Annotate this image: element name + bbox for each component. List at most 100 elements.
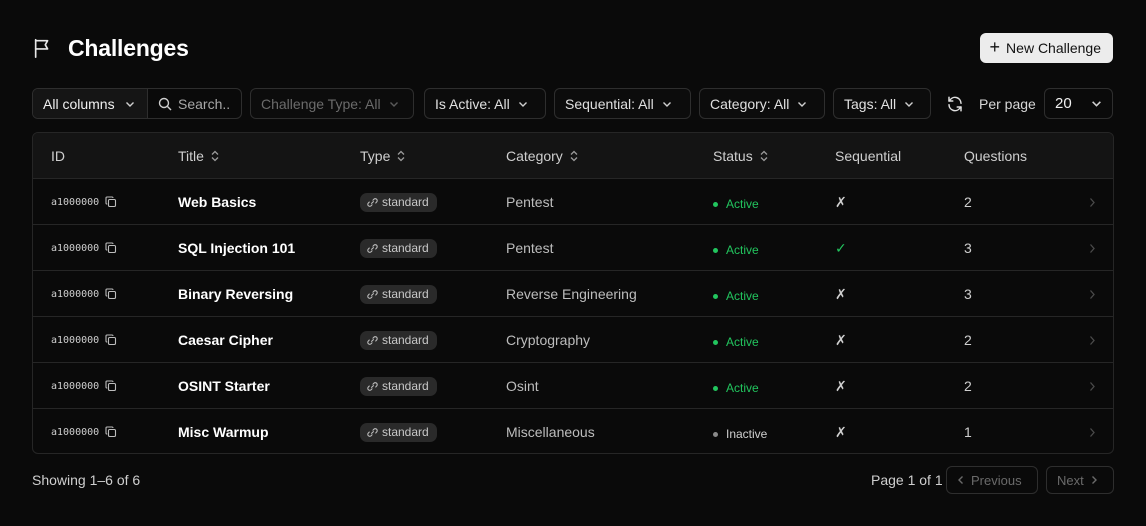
plus-icon: + [989,37,1001,57]
challenge-title[interactable]: Caesar Cipher [178,317,273,363]
chevron-right-icon[interactable] [1088,317,1098,363]
status-label: Active [726,197,759,211]
status-label: Active [726,381,759,395]
challenge-title[interactable]: Web Basics [178,179,256,225]
search-placeholder: Search.. [178,95,231,112]
chevron-down-icon [904,99,914,109]
type-badge: standard [360,330,437,350]
status-dot [713,339,718,345]
challenge-category: Reverse Engineering [506,286,637,302]
chevron-down-icon [1091,98,1102,109]
column-header-questions: Questions [964,133,1027,179]
column-header-title[interactable]: Title [178,133,220,179]
table-header: ID Title Type Category Status Sequential… [33,133,1113,179]
column-header-id: ID [51,133,65,179]
challenge-category: Pentest [506,240,554,256]
status-dot [713,201,718,207]
cell-type: standard [360,225,437,271]
category-filter[interactable]: Category: All [699,88,825,119]
challenge-title[interactable]: SQL Injection 101 [178,225,295,271]
sequential-mark: ✗ [835,331,847,348]
cell-id: a1000000 [51,225,117,271]
table-row[interactable]: a1000000 Web Basics standard Pentest Act… [33,179,1113,225]
is-active-label: Is Active: All [435,95,510,112]
sort-icon [759,150,769,162]
status-badge: Active [713,363,759,409]
page-header: Challenges + New Challenge [32,33,1113,63]
status-badge: Active [713,225,759,271]
copy-icon[interactable] [105,288,117,300]
new-challenge-button[interactable]: + New Challenge [979,33,1113,63]
tags-filter[interactable]: Tags: All [833,88,931,119]
chevron-down-icon [797,99,807,109]
table-row[interactable]: a1000000 Misc Warmup standard Miscellane… [33,409,1113,453]
challenges-table: ID Title Type Category Status Sequential… [32,132,1114,454]
type-badge: standard [360,422,437,442]
chevron-down-icon [389,99,399,109]
chevron-right-icon[interactable] [1088,179,1098,225]
challenge-id: a1000000 [51,196,100,208]
sequential-mark: ✗ [835,377,847,394]
challenge-type-filter[interactable]: Challenge Type: All [250,88,414,119]
type-badge: standard [360,376,437,396]
column-label: Status [713,148,753,164]
status-label: Active [726,335,759,349]
challenge-id: a1000000 [51,426,100,438]
per-page-select[interactable]: 20 [1044,88,1113,119]
column-header-type[interactable]: Type [360,133,406,179]
column-header-sequential: Sequential [835,133,901,179]
table-row[interactable]: a1000000 Caesar Cipher standard Cryptogr… [33,317,1113,363]
column-search-group: All columns Search.. [32,88,242,119]
next-button[interactable]: Next [1046,466,1114,494]
question-count: 2 [964,378,972,394]
challenge-title[interactable]: Binary Reversing [178,271,293,317]
link-icon [367,335,378,346]
column-label: Questions [964,148,1028,164]
columns-select[interactable]: All columns [33,89,148,118]
sequential-filter[interactable]: Sequential: All [554,88,691,119]
copy-icon[interactable] [105,426,117,438]
status-label: Inactive [726,427,768,441]
sequential-mark: ✓ [835,239,847,256]
copy-icon[interactable] [105,242,117,254]
chevron-right-icon[interactable] [1088,225,1098,271]
cell-type: standard [360,363,437,409]
table-body: a1000000 Web Basics standard Pentest Act… [33,179,1113,453]
sequential-mark: ✗ [835,193,847,210]
column-header-category[interactable]: Category [506,133,579,179]
copy-icon[interactable] [105,196,117,208]
table-row[interactable]: a1000000 SQL Injection 101 standard Pent… [33,225,1113,271]
column-label: Type [360,148,391,164]
cell-type: standard [360,179,437,225]
column-header-status[interactable]: Status [713,133,769,179]
cell-id: a1000000 [51,179,117,225]
search-input[interactable]: Search.. [148,89,241,118]
challenge-title[interactable]: Misc Warmup [178,409,269,453]
new-challenge-label: New Challenge [1006,40,1101,56]
question-count: 2 [964,194,972,210]
cell-type: standard [360,409,437,453]
cell-id: a1000000 [51,271,117,317]
refresh-icon[interactable] [946,95,964,113]
page-title: Challenges [68,34,189,61]
column-label: Sequential [835,148,902,164]
chevron-right-icon[interactable] [1088,409,1098,453]
copy-icon[interactable] [105,380,117,392]
next-label: Next [1057,472,1084,488]
chevron-right-icon[interactable] [1088,363,1098,409]
challenge-id: a1000000 [51,242,100,254]
cell-type: standard [360,271,437,317]
challenge-title[interactable]: OSINT Starter [178,363,270,409]
chevron-down-icon [125,99,135,109]
table-row[interactable]: a1000000 OSINT Starter standard Osint Ac… [33,363,1113,409]
column-label: Title [178,148,204,164]
previous-button[interactable]: Previous [946,466,1038,494]
is-active-filter[interactable]: Is Active: All [424,88,546,119]
chevron-right-icon[interactable] [1088,271,1098,317]
per-page-value: 20 [1055,95,1072,112]
cell-id: a1000000 [51,317,117,363]
copy-icon[interactable] [105,334,117,346]
status-badge: Active [713,179,759,225]
filter-bar: All columns Search.. Challenge Type: All… [32,88,1113,120]
table-row[interactable]: a1000000 Binary Reversing standard Rever… [33,271,1113,317]
